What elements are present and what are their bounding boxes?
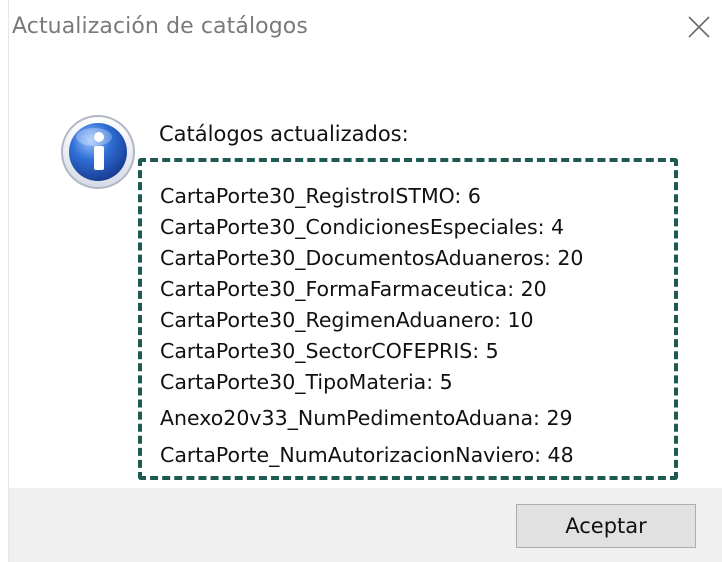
- catalog-item: Anexo20v33_NumPedimentoAduana: 29: [160, 406, 573, 430]
- catalog-item: CartaPorte30_DocumentosAduaneros: 20: [160, 246, 584, 270]
- catalog-item: CartaPorte30_TipoMateria: 5: [160, 370, 453, 394]
- message-heading: Catálogos actualizados:: [159, 122, 409, 146]
- catalog-item: CartaPorte30_RegimenAduanero: 10: [160, 308, 534, 332]
- title-bar: Actualización de catálogos: [9, 0, 722, 60]
- close-icon[interactable]: [682, 10, 716, 44]
- catalog-item: CartaPorte30_RegistroISTMO: 6: [160, 184, 481, 208]
- catalog-item: CartaPorte30_FormaFarmaceutica: 20: [160, 277, 547, 301]
- button-bar: Aceptar: [9, 488, 722, 562]
- catalog-item: CartaPorte_NumAutorizacionNaviero: 48: [160, 443, 574, 467]
- catalog-item: CartaPorte30_SectorCOFEPRIS: 5: [160, 339, 499, 363]
- catalog-list: CartaPorte30_RegistroISTMO: 6 CartaPorte…: [160, 181, 583, 472]
- catalog-item: CartaPorte30_CondicionesEspeciales: 4: [160, 215, 565, 239]
- message-dialog: Actualización de catálogos Catálogos act…: [8, 0, 722, 562]
- info-icon: [59, 113, 137, 191]
- window-title: Actualización de catálogos: [12, 14, 308, 39]
- ok-button[interactable]: Aceptar: [516, 504, 696, 548]
